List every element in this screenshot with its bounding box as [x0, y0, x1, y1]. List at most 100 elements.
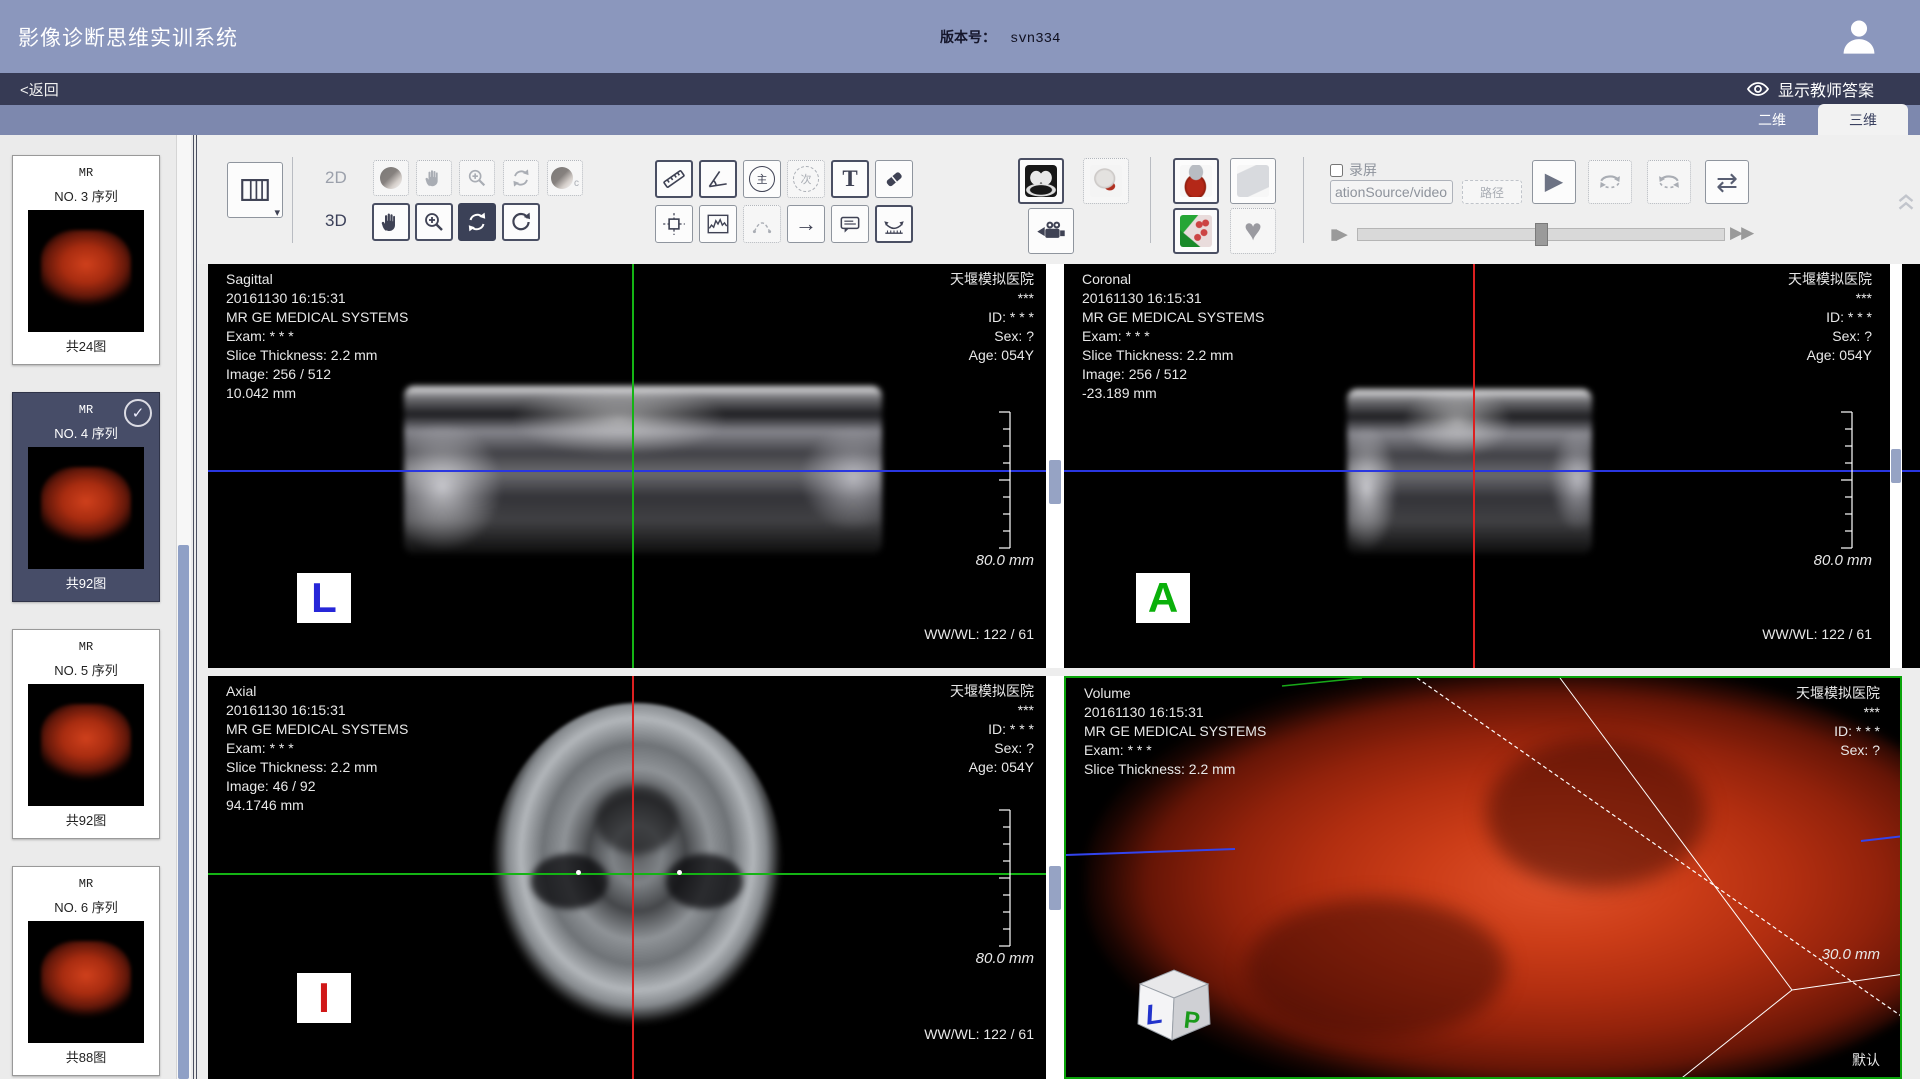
- go-to-end-button[interactable]: ▶▶: [1730, 223, 1752, 243]
- arrow-annotation-button[interactable]: →: [787, 205, 825, 243]
- crosshair-vertical-red[interactable]: [1473, 264, 1475, 668]
- wwwl-2d-button[interactable]: [373, 160, 409, 196]
- loop-forward-button[interactable]: [1588, 160, 1632, 204]
- frame-slider-thumb[interactable]: [1535, 223, 1548, 246]
- scale-ruler: [996, 410, 1012, 550]
- record-path-input[interactable]: [1330, 180, 1453, 204]
- crosshair-vertical-red[interactable]: [632, 676, 634, 1079]
- ruler-icon: [661, 166, 687, 192]
- pan-2d-button[interactable]: [416, 160, 452, 196]
- series-modality: MR: [79, 640, 93, 654]
- swap-arrows-icon: ⇄: [1716, 169, 1738, 195]
- secondary-crosshair-button[interactable]: 次: [787, 160, 825, 198]
- record-checkbox-input[interactable]: [1330, 164, 1343, 177]
- measure-length-button[interactable]: [655, 160, 693, 198]
- record-checkbox-label: 录屏: [1349, 160, 1377, 180]
- loop-ccw-icon: [1655, 168, 1683, 196]
- slice-scrollbar-thumb[interactable]: [1891, 449, 1901, 483]
- magnifier-icon: [422, 210, 446, 234]
- record-screen-checkbox[interactable]: 录屏: [1330, 160, 1377, 180]
- primary-crosshair-button[interactable]: 主: [743, 160, 781, 198]
- record-path-button[interactable]: 路径: [1462, 180, 1522, 204]
- series-card-3[interactable]: MR NO. 3 序列 共24图: [12, 155, 160, 365]
- skull-3d-icon: [1090, 165, 1122, 197]
- comment-button[interactable]: [831, 205, 869, 243]
- measure-angle-button[interactable]: [699, 160, 737, 198]
- overlay-right: 天堰模拟医院 *** ID: * * * Sex: ?: [1796, 684, 1880, 760]
- viewport-sagittal[interactable]: Sagittal 20161130 16:15:31 MR GE MEDICAL…: [208, 264, 1046, 668]
- path-planning-icon: [1237, 165, 1269, 197]
- overlay-left: Sagittal 20161130 16:15:31 MR GE MEDICAL…: [226, 270, 408, 403]
- rotate-icon: [510, 167, 532, 189]
- slice-scrollbar-thumb[interactable]: [1049, 460, 1061, 504]
- series-card-5[interactable]: MR NO. 5 序列 共92图: [12, 629, 160, 839]
- crosshair-horizontal-blue[interactable]: [1064, 470, 1920, 472]
- collapse-toolbar-button[interactable]: [1893, 187, 1919, 213]
- orientation-cube[interactable]: L P: [1126, 958, 1222, 1054]
- series-card-6[interactable]: MR NO. 6 序列 共88图: [12, 866, 160, 1076]
- secondary-circle-icon: 次: [793, 166, 819, 192]
- tab-2d[interactable]: 二维: [1726, 104, 1818, 135]
- loop-backward-button[interactable]: [1647, 160, 1691, 204]
- crosshair-horizontal-green[interactable]: [208, 873, 1046, 875]
- zoom-3d-button[interactable]: [415, 203, 453, 241]
- sidebar-scrollbar-thumb[interactable]: [178, 545, 189, 1079]
- reset-rotation-button[interactable]: [502, 203, 540, 241]
- scale-label: 30.0 mm: [1822, 946, 1880, 963]
- series-card-4[interactable]: ✓ MR NO. 4 序列 共92图: [12, 392, 160, 602]
- version-label: 版本号：: [940, 29, 996, 45]
- joint-anatomy-button[interactable]: [1173, 158, 1219, 204]
- ct-slice-icon: [1025, 165, 1057, 197]
- series-modality: MR: [79, 166, 93, 180]
- segmentation-button[interactable]: [1173, 208, 1219, 254]
- rotate-2d-button[interactable]: [503, 160, 539, 196]
- export-video-button[interactable]: [1028, 208, 1074, 254]
- viewport-axial[interactable]: Axial 20161130 16:15:31 MR GE MEDICAL SY…: [208, 676, 1046, 1079]
- text-annotation-button[interactable]: T: [831, 160, 869, 198]
- slice-scrollbar-thumb[interactable]: [1049, 866, 1061, 910]
- mpr-view-button[interactable]: [1018, 158, 1064, 204]
- vr-skull-button[interactable]: [1083, 158, 1129, 204]
- spline-curve-icon: [749, 211, 775, 237]
- layout-button[interactable]: ▾: [227, 162, 283, 218]
- layout-icon: [238, 173, 272, 207]
- heart-icon: ♥: [1244, 216, 1262, 246]
- preset-label[interactable]: 默认: [1852, 1050, 1880, 1070]
- user-avatar-icon[interactable]: [1838, 15, 1880, 59]
- pan-3d-button[interactable]: [372, 203, 410, 241]
- spline-button[interactable]: [743, 205, 781, 243]
- zoom-2d-button[interactable]: [459, 160, 495, 196]
- wwwl-reset-2d-button[interactable]: c: [547, 160, 583, 196]
- curve-ruler-icon: [881, 211, 907, 237]
- curve-measure-button[interactable]: [875, 205, 913, 243]
- content-area: MR NO. 3 序列 共24图 ✓ MR NO. 4 序列 共92图 MR N…: [0, 135, 1920, 1079]
- play-button[interactable]: ▶: [1532, 160, 1576, 204]
- show-teacher-answer-button[interactable]: 显示教师答案: [1746, 73, 1874, 105]
- scale-label: 80.0 mm: [976, 950, 1034, 967]
- roi-button[interactable]: [655, 205, 693, 243]
- tab-3d[interactable]: 三维: [1818, 104, 1908, 135]
- c-badge: c: [574, 178, 579, 189]
- nav-bar: <返回 显示教师答案: [0, 73, 1920, 105]
- sidebar-scrollbar[interactable]: [176, 135, 191, 1079]
- overlay-right: 天堰模拟医院 *** ID: * * * Sex: ? Age: 054Y: [1788, 270, 1872, 365]
- crosshair-vertical-green[interactable]: [632, 264, 634, 668]
- path-planning-button[interactable]: [1230, 158, 1276, 204]
- histogram-icon: [705, 211, 731, 237]
- go-to-start-button[interactable]: ▮▶: [1330, 225, 1346, 243]
- rotate-3d-button[interactable]: [458, 203, 496, 241]
- viewport-volume[interactable]: Volume 20161130 16:15:31 MR GE MEDICAL S…: [1064, 676, 1902, 1079]
- profile-curve-button[interactable]: [699, 205, 737, 243]
- crosshair-horizontal-blue[interactable]: [208, 470, 1046, 472]
- slice-scrollbar-coronal[interactable]: [1890, 264, 1902, 668]
- slice-scrollbar-sagittal[interactable]: [1046, 264, 1064, 668]
- slice-scrollbar-axial[interactable]: [1046, 676, 1064, 1079]
- swap-direction-button[interactable]: ⇄: [1705, 160, 1749, 204]
- back-button[interactable]: <返回: [20, 79, 59, 100]
- eraser-button[interactable]: [875, 160, 913, 198]
- dimension-tabstrip: 二维 三维: [0, 105, 1920, 135]
- series-sidebar: MR NO. 3 序列 共24图 ✓ MR NO. 4 序列 共92图 MR N…: [0, 135, 197, 1079]
- viewport-coronal[interactable]: Coronal 20161130 16:15:31 MR GE MEDICAL …: [1064, 264, 1920, 668]
- series-count: 共24图: [66, 336, 106, 355]
- heart-anatomy-button[interactable]: ♥: [1230, 208, 1276, 254]
